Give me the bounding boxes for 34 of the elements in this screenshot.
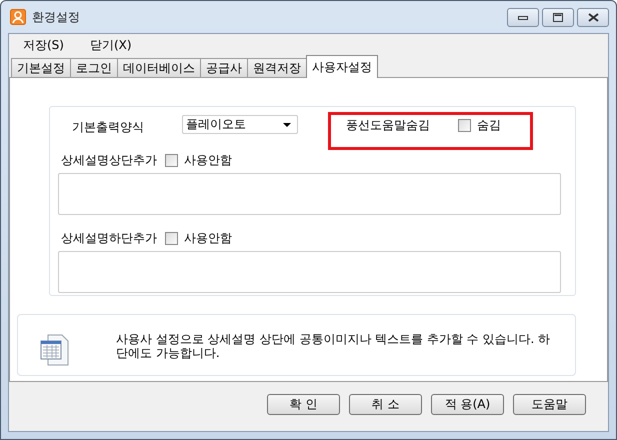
dialog-button[interactable]: 적 용(A): [431, 394, 504, 415]
checkbox-label: 사용안함: [184, 152, 232, 168]
dialog-button[interactable]: 취 소: [349, 394, 422, 415]
field-label: 상세설명상단추가: [61, 152, 157, 168]
output-format-dropdown[interactable]: 플레이오토: [182, 115, 298, 134]
maximize-button[interactable]: [542, 8, 574, 27]
menu-item[interactable]: 닫기(X): [90, 36, 132, 54]
tab[interactable]: 기본설정: [11, 58, 71, 77]
dropdown-icon: [283, 122, 291, 126]
minimize-button[interactable]: [507, 8, 539, 27]
minimize-icon: [518, 16, 528, 20]
checkbox[interactable]: [165, 154, 178, 166]
close-icon: [588, 13, 598, 22]
window-title: 환경설정: [32, 8, 80, 26]
close-button[interactable]: [577, 8, 609, 27]
field-label: 풍선도움말숨김: [346, 117, 430, 134]
tab[interactable]: 데이터베이스: [117, 58, 201, 77]
tab[interactable]: 사용자설정: [306, 55, 378, 78]
checkbox[interactable]: [165, 232, 178, 244]
dialog-button[interactable]: 도움말: [513, 394, 586, 415]
maximize-icon: [553, 13, 563, 22]
field-label: 상세설명하단추가: [61, 230, 157, 246]
checkbox-label: 사용안함: [184, 230, 232, 246]
document-table-icon: [40, 334, 70, 366]
field-label: 기본출력양식: [71, 119, 145, 136]
tab[interactable]: 공급사: [200, 58, 248, 77]
checkbox[interactable]: [458, 119, 471, 132]
menu-item[interactable]: 저장(S): [23, 36, 64, 54]
person-icon: [10, 9, 26, 25]
tab[interactable]: 원격저장: [247, 58, 307, 77]
checkbox-label: 숨김: [477, 117, 501, 134]
info-text: 사용사 설정으로 상세설명 상단에 공통이미지나 텍스트를 추가할 수 있습니다. 하단에도 가능합니다.: [115, 332, 552, 360]
tab[interactable]: 로그인: [70, 58, 118, 77]
dialog-button[interactable]: 확 인: [267, 394, 340, 415]
